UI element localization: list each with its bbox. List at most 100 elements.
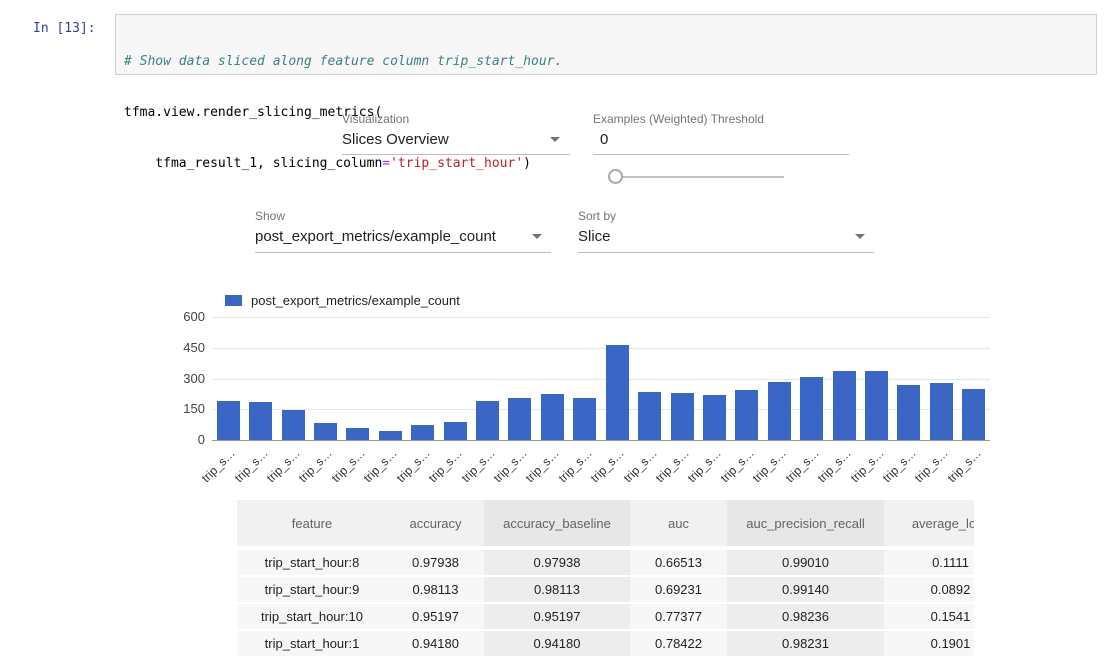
table-header-cell: accuracy_baseline xyxy=(484,500,630,550)
table-header-cell: feature xyxy=(237,500,387,550)
gridline xyxy=(212,348,990,349)
table-row: trip_start_hour:100.951970.951970.773770… xyxy=(237,604,974,631)
metrics-table: featureaccuracyaccuracy_baselineaucauc_p… xyxy=(237,500,974,668)
table-cell: 0.1111 xyxy=(884,550,974,577)
table-cell: 0.77377 xyxy=(630,604,727,631)
show-dropdown[interactable]: post_export_metrics/example_count xyxy=(255,228,496,245)
show-underline xyxy=(255,252,551,253)
bar xyxy=(638,392,661,440)
bar xyxy=(541,394,564,440)
sort-by-dropdown[interactable]: Slice xyxy=(578,228,611,245)
table-cell: 0.98236 xyxy=(727,604,884,631)
table-cell: 0.66513 xyxy=(630,550,727,577)
bar xyxy=(768,382,791,440)
table-row: trip_start_hour:10.941800.941800.784220.… xyxy=(237,631,974,658)
bar xyxy=(671,393,694,440)
bar xyxy=(930,383,953,440)
table-cell: trip_start_hour:1 xyxy=(237,631,387,658)
table-cell: 0.95197 xyxy=(387,604,484,631)
bar xyxy=(508,398,531,440)
table-cell: 0.94180 xyxy=(484,631,630,658)
table-cell: 0.97938 xyxy=(387,550,484,577)
table-row: trip_start_hour:80.979380.979380.665130.… xyxy=(237,550,974,577)
table-cell: 0.99010 xyxy=(727,550,884,577)
sort-underline xyxy=(578,252,874,253)
table-body: trip_start_hour:80.979380.979380.665130.… xyxy=(237,550,974,658)
bar xyxy=(379,431,402,440)
table-cell: 0.98231 xyxy=(727,631,884,658)
bar xyxy=(962,389,985,440)
y-axis-label: 150 xyxy=(183,401,205,416)
code-operator: = xyxy=(382,156,390,171)
show-label: Show xyxy=(255,209,285,223)
code-string: 'trip_start_hour' xyxy=(390,156,523,171)
bar xyxy=(444,422,467,440)
visualization-underline xyxy=(342,154,570,155)
y-axis-label: 0 xyxy=(198,432,205,447)
table-header-cell: auc_precision_recall xyxy=(727,500,884,550)
legend-label: post_export_metrics/example_count xyxy=(251,293,460,308)
cell-prompt: In [13]: xyxy=(33,21,96,36)
bar xyxy=(703,395,726,440)
y-axis-label: 300 xyxy=(183,371,205,386)
code-line-1: # Show data sliced along feature column … xyxy=(124,53,1088,70)
bar xyxy=(282,410,305,440)
metrics-table-grid: featureaccuracyaccuracy_baselineaucauc_p… xyxy=(237,500,974,658)
code-cell[interactable]: # Show data sliced along feature column … xyxy=(115,14,1097,75)
chevron-down-icon[interactable] xyxy=(855,234,865,239)
table-header-cell: auc xyxy=(630,500,727,550)
bar xyxy=(411,425,434,440)
table-header-row: featureaccuracyaccuracy_baselineaucauc_p… xyxy=(237,500,974,550)
gridline xyxy=(212,317,990,318)
x-axis: trip_s…trip_s…trip_s…trip_s…trip_s…trip_… xyxy=(212,441,990,486)
bar xyxy=(606,345,629,440)
slider-knob[interactable] xyxy=(608,169,623,184)
visualization-label: Visualization xyxy=(342,112,409,126)
table-row: trip_start_hour:90.981130.981130.692310.… xyxy=(237,577,974,604)
table-cell: 0.1901 xyxy=(884,631,974,658)
threshold-slider[interactable] xyxy=(606,168,786,186)
sort-by-label: Sort by xyxy=(578,209,616,223)
plot-area xyxy=(212,317,990,440)
threshold-underline xyxy=(593,154,849,155)
y-axis: 0150300450600 xyxy=(150,317,205,440)
bar xyxy=(217,401,240,440)
visualization-dropdown[interactable]: Slices Overview xyxy=(342,131,449,148)
table-cell: 0.78422 xyxy=(630,631,727,658)
bar xyxy=(735,390,758,440)
table-cell: 0.0892 xyxy=(884,577,974,604)
table-cell: 0.98113 xyxy=(484,577,630,604)
chevron-down-icon[interactable] xyxy=(550,137,560,142)
table-header-cell: accuracy xyxy=(387,500,484,550)
table-cell: trip_start_hour:10 xyxy=(237,604,387,631)
bar xyxy=(833,371,856,440)
bar xyxy=(573,398,596,440)
table-cell: trip_start_hour:9 xyxy=(237,577,387,604)
bar xyxy=(314,423,337,440)
notebook-page: In [13]: # Show data sliced along featur… xyxy=(0,0,1111,668)
table-cell: 0.69231 xyxy=(630,577,727,604)
table-cell: 0.1541 xyxy=(884,604,974,631)
chevron-down-icon[interactable] xyxy=(532,234,542,239)
y-axis-label: 600 xyxy=(183,309,205,324)
table-cell: 0.94180 xyxy=(387,631,484,658)
legend-swatch xyxy=(225,295,242,306)
table-cell: trip_start_hour:8 xyxy=(237,550,387,577)
bar xyxy=(346,428,369,440)
table-cell: 0.98113 xyxy=(387,577,484,604)
bar xyxy=(800,377,823,440)
bar xyxy=(865,371,888,440)
bar xyxy=(897,385,920,440)
chart-legend: post_export_metrics/example_count xyxy=(225,293,460,308)
code-comment: # Show data sliced along feature column … xyxy=(124,54,562,69)
bar xyxy=(249,402,272,440)
bar xyxy=(476,401,499,440)
threshold-label: Examples (Weighted) Threshold xyxy=(593,112,764,126)
y-axis-label: 450 xyxy=(183,340,205,355)
table-header-cell: average_loss xyxy=(884,500,974,550)
table-cell: 0.95197 xyxy=(484,604,630,631)
table-cell: 0.97938 xyxy=(484,550,630,577)
table-cell: 0.99140 xyxy=(727,577,884,604)
threshold-input[interactable]: 0 xyxy=(600,131,608,148)
slider-track[interactable] xyxy=(612,176,784,178)
